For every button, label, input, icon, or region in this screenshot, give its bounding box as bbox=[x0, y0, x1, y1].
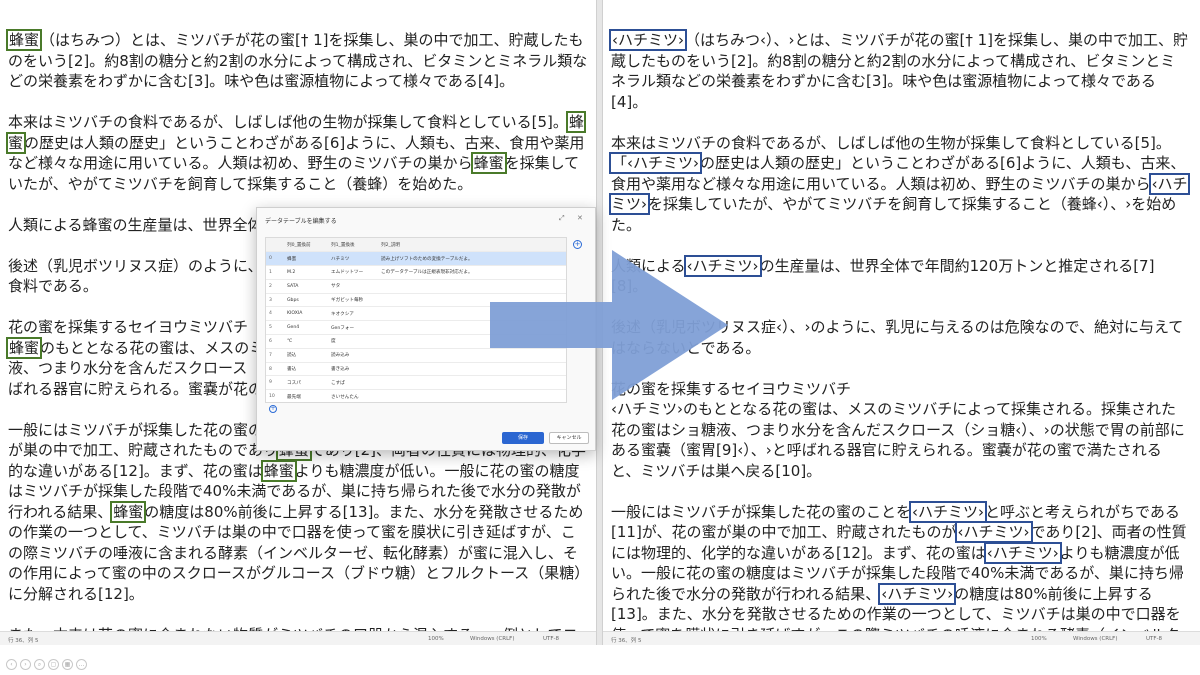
cursor-position: 行 36、列 5 bbox=[611, 638, 642, 644]
paragraph: ‹ハチミツ›のもととなる花の蜜は、メスのミツバチによって採集される。採集された花… bbox=[611, 399, 1190, 481]
table-cell[interactable]: 蜂蜜 bbox=[284, 251, 328, 267]
close-icon[interactable]: ✕ bbox=[577, 214, 583, 222]
line-ending[interactable]: Windows (CRLF) bbox=[1073, 636, 1117, 642]
paragraph-text: 一般にはミツバチが採集した花の蜜のことを bbox=[611, 502, 912, 521]
paragraph: 一般にはミツバチが採集した花の蜜のことを‹ハチミツ›と呼ぶと考えられがちである[… bbox=[611, 500, 1190, 646]
table-cell[interactable]: サタ bbox=[328, 279, 378, 294]
more-icon[interactable]: … bbox=[76, 659, 87, 670]
paragraph-text: （はちみつ‹）、›とは、ミツバチが花の蜜[† 1]を採集し、巣の中で加工、貯蔵し… bbox=[611, 31, 1189, 111]
highlighted-term: ‹ハチミツ› bbox=[954, 521, 1033, 543]
paragraph-text: 液、つまり水分を含んだスクロース（シ bbox=[8, 359, 278, 377]
highlighted-term: ‹ハチミツ› bbox=[878, 582, 957, 605]
row-index: 5 bbox=[266, 320, 284, 336]
row-index: 6 bbox=[266, 334, 284, 349]
column-header[interactable]: 列0_置換前 bbox=[284, 238, 328, 253]
table-cell[interactable]: 読み込み bbox=[328, 348, 378, 363]
row-index: 2 bbox=[266, 279, 284, 294]
table-cell[interactable]: コスパ bbox=[284, 375, 328, 391]
add-icon[interactable]: + bbox=[573, 240, 582, 249]
table-cell[interactable]: Genフォー bbox=[328, 320, 378, 336]
highlighted-term: 蜂蜜 bbox=[5, 29, 43, 51]
table-cell[interactable]: 書き込み bbox=[328, 362, 378, 377]
highlighted-term: ‹ハチミツ› bbox=[909, 500, 988, 523]
grid-icon[interactable]: ▦ bbox=[62, 659, 73, 670]
highlighted-term: ‹ハチミツ› bbox=[983, 541, 1062, 564]
paragraph-text: 本来はミツバチの食料であるが、しばしば他の生物が採集して食料としている[5]。 bbox=[611, 133, 1171, 152]
previous-icon[interactable]: ‹ bbox=[6, 659, 17, 670]
paragraph-text: を採集していたが、やがてミツバチを飼育して採集すること（養蜂‹）、›を始めた。 bbox=[611, 195, 1177, 234]
row-index: 4 bbox=[266, 306, 284, 322]
next-icon[interactable]: › bbox=[20, 659, 31, 670]
table-cell[interactable]: こすぱ bbox=[328, 375, 378, 391]
row-index: 9 bbox=[266, 375, 284, 391]
table-cell[interactable]: キオクシア bbox=[328, 306, 378, 322]
table-cell[interactable]: 度 bbox=[328, 334, 378, 349]
table-cell[interactable]: ℃ bbox=[284, 334, 328, 349]
add-row-icon[interactable]: + bbox=[269, 405, 277, 413]
slide-footer bbox=[0, 645, 1200, 675]
paragraph-text: ‹ハチミツ›のもととなる花の蜜は、メスのミツバチによって採集される。採集された花… bbox=[611, 400, 1185, 480]
table-cell[interactable]: 書込 bbox=[284, 362, 328, 377]
row-index: 0 bbox=[266, 251, 284, 267]
table-cell[interactable]: ハチミツ bbox=[328, 251, 378, 267]
paragraph-text: 後述（乳児ボツリヌス症）のように、乳 bbox=[8, 256, 278, 275]
highlighted-term: 蜂蜜 bbox=[5, 336, 43, 359]
paragraph-text: 一般にはミツバチが採集した花の蜜のこ bbox=[8, 420, 279, 439]
column-header[interactable]: 列1_置換後 bbox=[328, 238, 378, 253]
paragraph-text: 食料である。 bbox=[8, 277, 98, 295]
table-cell[interactable]: Gbps bbox=[284, 293, 328, 308]
table-cell[interactable]: エムドットツー bbox=[328, 265, 378, 280]
right-arrow-graphic bbox=[490, 250, 728, 400]
row-index: 1 bbox=[266, 265, 284, 280]
paragraph-text: 本来はミツバチの食料であるが、しばしば他の生物が採集して食料としている[5]。 bbox=[8, 113, 568, 131]
paragraph: 蜂蜜（はちみつ）とは、ミツバチが花の蜜[† 1]を採集し、巣の中で加工、貯蔵した… bbox=[5, 29, 590, 92]
paragraph-text: 人類による蜂蜜の生産量は、世界全体で bbox=[8, 215, 278, 234]
paragraph-text: が巣の中で加工、貯蔵されたものであり bbox=[8, 441, 278, 459]
zoom-icon[interactable]: ⌕ bbox=[34, 659, 45, 670]
paragraph-text: （はちみつ）とは、ミツバチが花の蜜[† 1]を採集し、巣の中で加工、貯蔵したもの… bbox=[8, 31, 588, 90]
row-index: 7 bbox=[266, 348, 284, 363]
right-status-bar: 行 36、列 5 100% Windows (CRLF) UTF-8 bbox=[603, 631, 1200, 645]
copy-icon[interactable]: ▢ bbox=[48, 659, 59, 670]
left-status-bar: 行 36、列 5 100% Windows (CRLF) UTF-8 bbox=[0, 631, 596, 645]
slide-navigation: ‹ › ⌕ ▢ ▦ … bbox=[6, 659, 87, 670]
cursor-position: 行 36、列 5 bbox=[8, 638, 39, 644]
table-cell[interactable]: ギガビット毎秒 bbox=[328, 293, 378, 308]
zoom-level[interactable]: 100% bbox=[1031, 636, 1047, 642]
table-cell[interactable]: KIOXIA bbox=[284, 306, 328, 322]
highlighted-term: 「‹ハチミツ› bbox=[609, 152, 702, 174]
paragraph: 本来はミツバチの食料であるが、しばしば他の生物が採集して食料としている[5]。蜂… bbox=[6, 111, 590, 194]
row-index: 8 bbox=[266, 362, 284, 377]
dialog-title: データテーブルを編集する bbox=[265, 218, 337, 225]
table-cell[interactable]: M.2 bbox=[284, 265, 328, 280]
table-cell[interactable]: 最先端 bbox=[284, 389, 328, 402]
paragraph: ‹ハチミツ›（はちみつ‹）、›とは、ミツバチが花の蜜[† 1]を採集し、巣の中で… bbox=[609, 29, 1190, 112]
zoom-level[interactable]: 100% bbox=[428, 636, 444, 642]
encoding[interactable]: UTF-8 bbox=[543, 636, 559, 642]
highlighted-term: 蜂蜜 bbox=[260, 459, 297, 482]
paragraph: 本来はミツバチの食料であるが、しばしば他の生物が採集して食料としている[5]。「… bbox=[609, 133, 1190, 236]
column-header[interactable] bbox=[266, 238, 284, 253]
row-index: 3 bbox=[266, 293, 284, 308]
highlighted-term: ‹ハチミツ› bbox=[609, 29, 687, 51]
highlighted-term: 蜂蜜 bbox=[470, 152, 507, 174]
expand-icon[interactable]: ⤢ bbox=[559, 214, 565, 223]
save-button[interactable]: 保存 bbox=[502, 432, 544, 444]
table-cell[interactable]: 読込 bbox=[284, 348, 328, 363]
paragraph-text: 花の蜜を採集するセイヨウミツバチ bbox=[8, 318, 249, 336]
cancel-button[interactable]: キャンセル bbox=[549, 432, 589, 444]
paragraph-text: ばれる器官に貯えられる。蜜嚢が花の蜜 bbox=[8, 379, 279, 398]
row-index: 10 bbox=[266, 389, 284, 402]
highlighted-term: 蜂蜜 bbox=[110, 500, 147, 523]
line-ending[interactable]: Windows (CRLF) bbox=[470, 636, 514, 642]
arrow-shape bbox=[490, 250, 728, 400]
table-cell[interactable]: さいせんたん bbox=[328, 389, 378, 402]
table-cell[interactable]: Gen4 bbox=[284, 320, 328, 336]
encoding[interactable]: UTF-8 bbox=[1146, 636, 1162, 642]
paragraph-text: のもととなる花の蜜は、メスのミツ bbox=[40, 338, 280, 357]
table-cell[interactable]: SATA bbox=[284, 279, 328, 294]
